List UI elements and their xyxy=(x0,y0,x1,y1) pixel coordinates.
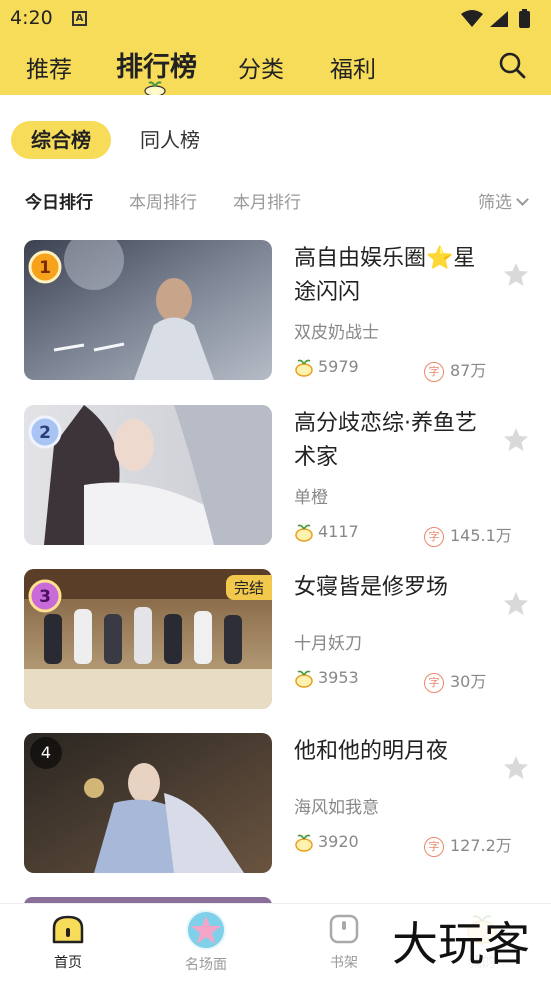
period-today[interactable]: 今日排行 xyxy=(25,188,93,213)
rank-medal-silver-icon: 2 xyxy=(28,415,62,449)
period-tabs: 今日排行 本周排行 本月排行 筛选 xyxy=(0,180,551,220)
fans-value: 3920 xyxy=(318,832,359,851)
book-cover[interactable]: 3 完结 xyxy=(24,569,272,709)
tab-categories[interactable]: 分类 xyxy=(238,50,284,84)
pill-fanfic-ranking[interactable]: 同人榜 xyxy=(120,121,220,159)
word-count-icon: 字 xyxy=(424,836,444,857)
word-count-icon: 字 xyxy=(424,361,444,382)
word-count-icon: 字 xyxy=(424,672,444,693)
book-author: 双皮奶战士 xyxy=(294,323,379,343)
bottom-tab-home-label: 首页 xyxy=(54,955,82,971)
fans-count: 4117 xyxy=(294,522,359,542)
home-icon xyxy=(52,915,84,944)
rank-medal-gold-icon: 1 xyxy=(28,250,62,284)
word-count: 字 30万 xyxy=(424,668,486,693)
watermark-text: 大玩客 xyxy=(392,917,530,971)
top-nav: 推荐 排行榜 分类 福利 xyxy=(0,38,551,95)
word-count-value: 30万 xyxy=(450,672,487,691)
list-item[interactable]: 4 他和他的明月夜 海风如我意 3920 字 127.2万 xyxy=(0,733,551,873)
pill-overall-ranking[interactable]: 综合榜 xyxy=(11,121,111,159)
filter-button[interactable]: 筛选 xyxy=(478,188,529,213)
ranking-type-tabs: 综合榜 同人榜 xyxy=(0,95,551,180)
fans-value: 4117 xyxy=(318,522,359,541)
word-count: 字 127.2万 xyxy=(424,832,512,857)
book-author: 海风如我意 xyxy=(294,798,379,818)
star-icon[interactable] xyxy=(503,427,529,453)
fans-count: 5979 xyxy=(294,357,359,377)
word-count-value: 87万 xyxy=(450,361,487,380)
tab-recommend[interactable]: 推荐 xyxy=(26,50,72,84)
fans-value: 3953 xyxy=(318,668,359,687)
word-count-value: 127.2万 xyxy=(450,836,512,855)
star-icon[interactable] xyxy=(503,262,529,288)
word-count: 字 145.1万 xyxy=(424,522,512,547)
active-tab-indicator xyxy=(144,81,166,95)
book-cover[interactable]: 4 xyxy=(24,733,272,873)
rank-number: 3 xyxy=(39,587,51,607)
notification-icon: A xyxy=(72,11,87,26)
scenes-icon xyxy=(186,910,226,950)
word-count: 字 87万 xyxy=(424,357,486,382)
rank-number: 1 xyxy=(39,258,51,278)
star-icon[interactable] xyxy=(503,755,529,781)
status-bar: 4:20 A xyxy=(0,0,551,38)
list-item[interactable]: 2 高分歧恋综·养鱼艺术家 单橙 4117 字 145.1万 xyxy=(0,405,551,547)
fan-face-icon xyxy=(295,834,313,852)
rank-medal-bronze-icon: 3 xyxy=(28,579,62,613)
tab-welfare[interactable]: 福利 xyxy=(330,50,376,84)
book-cover[interactable]: 1 xyxy=(24,240,272,380)
fan-face-icon xyxy=(295,524,313,542)
watermark-logo: 大玩客 xyxy=(376,912,546,972)
rank-number-badge: 4 xyxy=(30,737,62,769)
bottom-tab-scenes-label: 名场面 xyxy=(185,957,227,973)
bottom-tab-home[interactable]: 首页 xyxy=(28,914,108,972)
filter-label: 筛选 xyxy=(478,193,512,213)
rank-number: 2 xyxy=(39,423,51,443)
status-time: 4:20 xyxy=(10,7,53,29)
fans-count: 3953 xyxy=(294,668,359,688)
fans-count: 3920 xyxy=(294,832,359,852)
star-icon[interactable] xyxy=(503,591,529,617)
word-count-value: 145.1万 xyxy=(450,526,512,545)
battery-icon xyxy=(519,11,530,28)
fan-face-icon xyxy=(295,359,313,377)
tab-rankings[interactable]: 排行榜 xyxy=(116,45,197,84)
period-week[interactable]: 本周排行 xyxy=(129,188,197,213)
bottom-tab-scenes[interactable]: 名场面 xyxy=(166,910,246,974)
search-icon[interactable] xyxy=(497,50,527,80)
book-title[interactable]: 女寝皆是修罗场 xyxy=(294,571,494,605)
bottom-tab-bookshelf[interactable]: 书架 xyxy=(304,914,384,972)
fans-value: 5979 xyxy=(318,357,359,376)
wifi-icon xyxy=(461,10,483,27)
chevron-down-icon xyxy=(516,193,529,206)
word-count-icon: 字 xyxy=(424,526,444,547)
book-author: 十月妖刀 xyxy=(294,634,362,654)
book-author: 单橙 xyxy=(294,488,328,508)
completed-badge: 完结 xyxy=(225,575,272,600)
status-icons xyxy=(461,9,530,28)
bottom-tab-bookshelf-label: 书架 xyxy=(330,955,358,971)
fan-face-icon xyxy=(295,670,313,688)
book-title[interactable]: 高分歧恋综·养鱼艺术家 xyxy=(294,407,494,475)
list-item[interactable]: 3 完结 女寝皆是修罗场 十月妖刀 3953 字 30万 xyxy=(0,569,551,709)
book-title[interactable]: 高自由娱乐圈⭐星途闪闪 xyxy=(294,242,494,310)
book-title[interactable]: 他和他的明月夜 xyxy=(294,735,494,769)
signal-icon xyxy=(490,11,508,27)
bookshelf-icon xyxy=(329,914,359,944)
period-month[interactable]: 本月排行 xyxy=(233,188,301,213)
list-item[interactable]: 1 高自由娱乐圈⭐星途闪闪 双皮奶战士 5979 字 87万 xyxy=(0,240,551,382)
book-cover[interactable]: 2 xyxy=(24,405,272,545)
